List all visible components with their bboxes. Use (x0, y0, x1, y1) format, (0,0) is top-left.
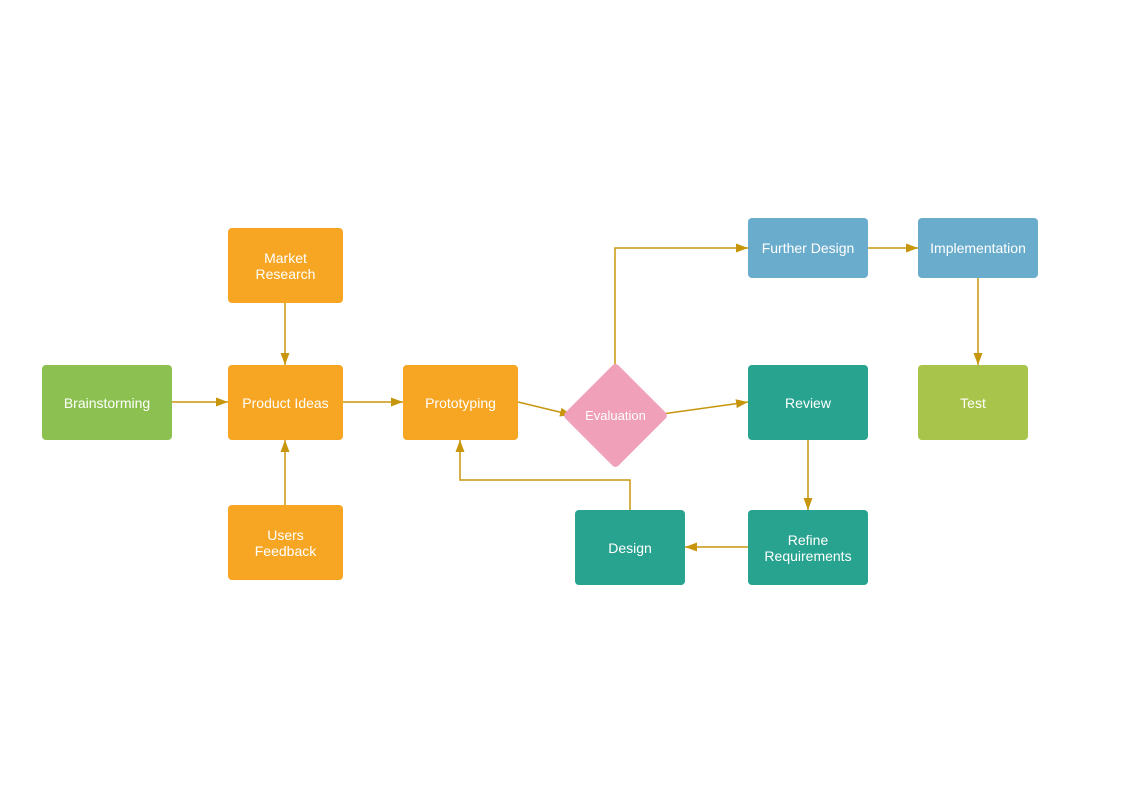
diagram-container: Brainstorming MarketResearch Product Ide… (0, 0, 1123, 794)
test-node[interactable]: Test (918, 365, 1028, 440)
prototyping-node[interactable]: Prototyping (403, 365, 518, 440)
design-node[interactable]: Design (575, 510, 685, 585)
brainstorming-node[interactable]: Brainstorming (42, 365, 172, 440)
market-research-node[interactable]: MarketResearch (228, 228, 343, 303)
review-node[interactable]: Review (748, 365, 868, 440)
users-feedback-node[interactable]: UsersFeedback (228, 505, 343, 580)
product-ideas-node[interactable]: Product Ideas (228, 365, 343, 440)
implementation-node[interactable]: Implementation (918, 218, 1038, 278)
evaluation-node[interactable] (562, 362, 668, 468)
further-design-node[interactable]: Further Design (748, 218, 868, 278)
refine-requirements-node[interactable]: RefineRequirements (748, 510, 868, 585)
